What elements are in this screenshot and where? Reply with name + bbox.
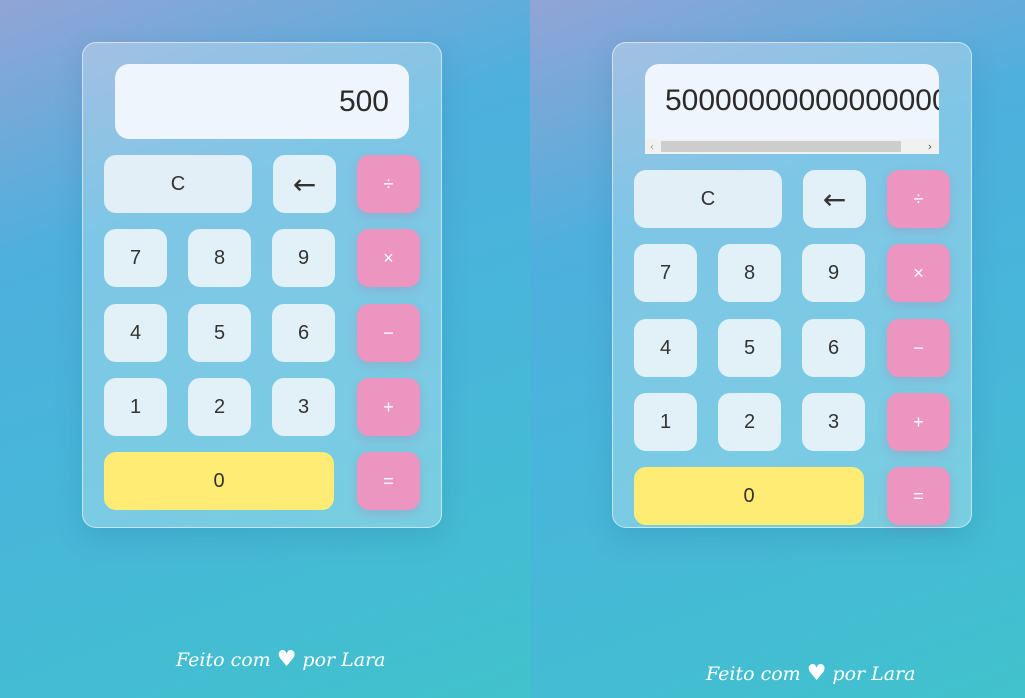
digit-6-button[interactable]: 6 [802, 319, 865, 377]
heart-icon: ♥ [276, 647, 297, 672]
digit-2-button[interactable]: 2 [188, 378, 251, 436]
digit-5-button[interactable]: 5 [188, 304, 251, 362]
multiply-button[interactable]: × [887, 244, 950, 302]
digit-2-button[interactable]: 2 [718, 393, 781, 451]
backspace-button[interactable]: ← [803, 170, 866, 228]
calculator-display[interactable]: 5000000000000000000000 ‹ › [645, 64, 939, 154]
horizontal-scrollbar[interactable]: ‹ › [645, 139, 939, 154]
display-value: 5000000000000000000000 [665, 84, 939, 117]
digit-8-button[interactable]: 8 [188, 229, 251, 287]
digit-0-button[interactable]: 0 [104, 452, 334, 510]
divide-button[interactable]: ÷ [357, 155, 420, 213]
digit-3-button[interactable]: 3 [802, 393, 865, 451]
equals-button[interactable]: = [887, 467, 950, 525]
digit-1-button[interactable]: 1 [634, 393, 697, 451]
digit-9-button[interactable]: 9 [272, 229, 335, 287]
footer-credit: Feito com ♥ por Lara [706, 661, 916, 686]
footer-suffix: por Lara [302, 648, 386, 671]
digit-3-button[interactable]: 3 [272, 378, 335, 436]
chevron-left-icon[interactable]: ‹ [645, 139, 659, 154]
calculator-display: 500 [115, 64, 409, 139]
calculator-panel-right: 5000000000000000000000 ‹ › C ← ÷ 7 8 9 ×… [530, 0, 1025, 698]
footer-prefix: Feito com [176, 648, 271, 671]
digit-9-button[interactable]: 9 [802, 244, 865, 302]
digit-4-button[interactable]: 4 [104, 304, 167, 362]
calculator-panel-left: 500 C ← ÷ 7 8 9 × 4 5 6 − 1 2 3 + 0 = Fe… [0, 0, 530, 698]
clear-button[interactable]: C [634, 170, 782, 228]
scrollbar-thumb[interactable] [661, 141, 901, 152]
subtract-button[interactable]: − [357, 304, 420, 362]
heart-icon: ♥ [806, 661, 827, 686]
digit-4-button[interactable]: 4 [634, 319, 697, 377]
digit-7-button[interactable]: 7 [104, 229, 167, 287]
equals-button[interactable]: = [357, 452, 420, 510]
footer-suffix: por Lara [832, 662, 916, 685]
calculator: 5000000000000000000000 ‹ › C ← ÷ 7 8 9 ×… [612, 42, 972, 528]
calculator: 500 C ← ÷ 7 8 9 × 4 5 6 − 1 2 3 + 0 = [82, 42, 442, 528]
subtract-button[interactable]: − [887, 319, 950, 377]
footer-prefix: Feito com [706, 662, 801, 685]
digit-7-button[interactable]: 7 [634, 244, 697, 302]
add-button[interactable]: + [357, 378, 420, 436]
digit-8-button[interactable]: 8 [718, 244, 781, 302]
chevron-right-icon[interactable]: › [923, 139, 937, 154]
digit-6-button[interactable]: 6 [272, 304, 335, 362]
backspace-button[interactable]: ← [273, 155, 336, 213]
clear-button[interactable]: C [104, 155, 252, 213]
digit-0-button[interactable]: 0 [634, 467, 864, 525]
digit-5-button[interactable]: 5 [718, 319, 781, 377]
footer-credit: Feito com ♥ por Lara [176, 647, 386, 672]
multiply-button[interactable]: × [357, 229, 420, 287]
add-button[interactable]: + [887, 393, 950, 451]
digit-1-button[interactable]: 1 [104, 378, 167, 436]
divide-button[interactable]: ÷ [887, 170, 950, 228]
